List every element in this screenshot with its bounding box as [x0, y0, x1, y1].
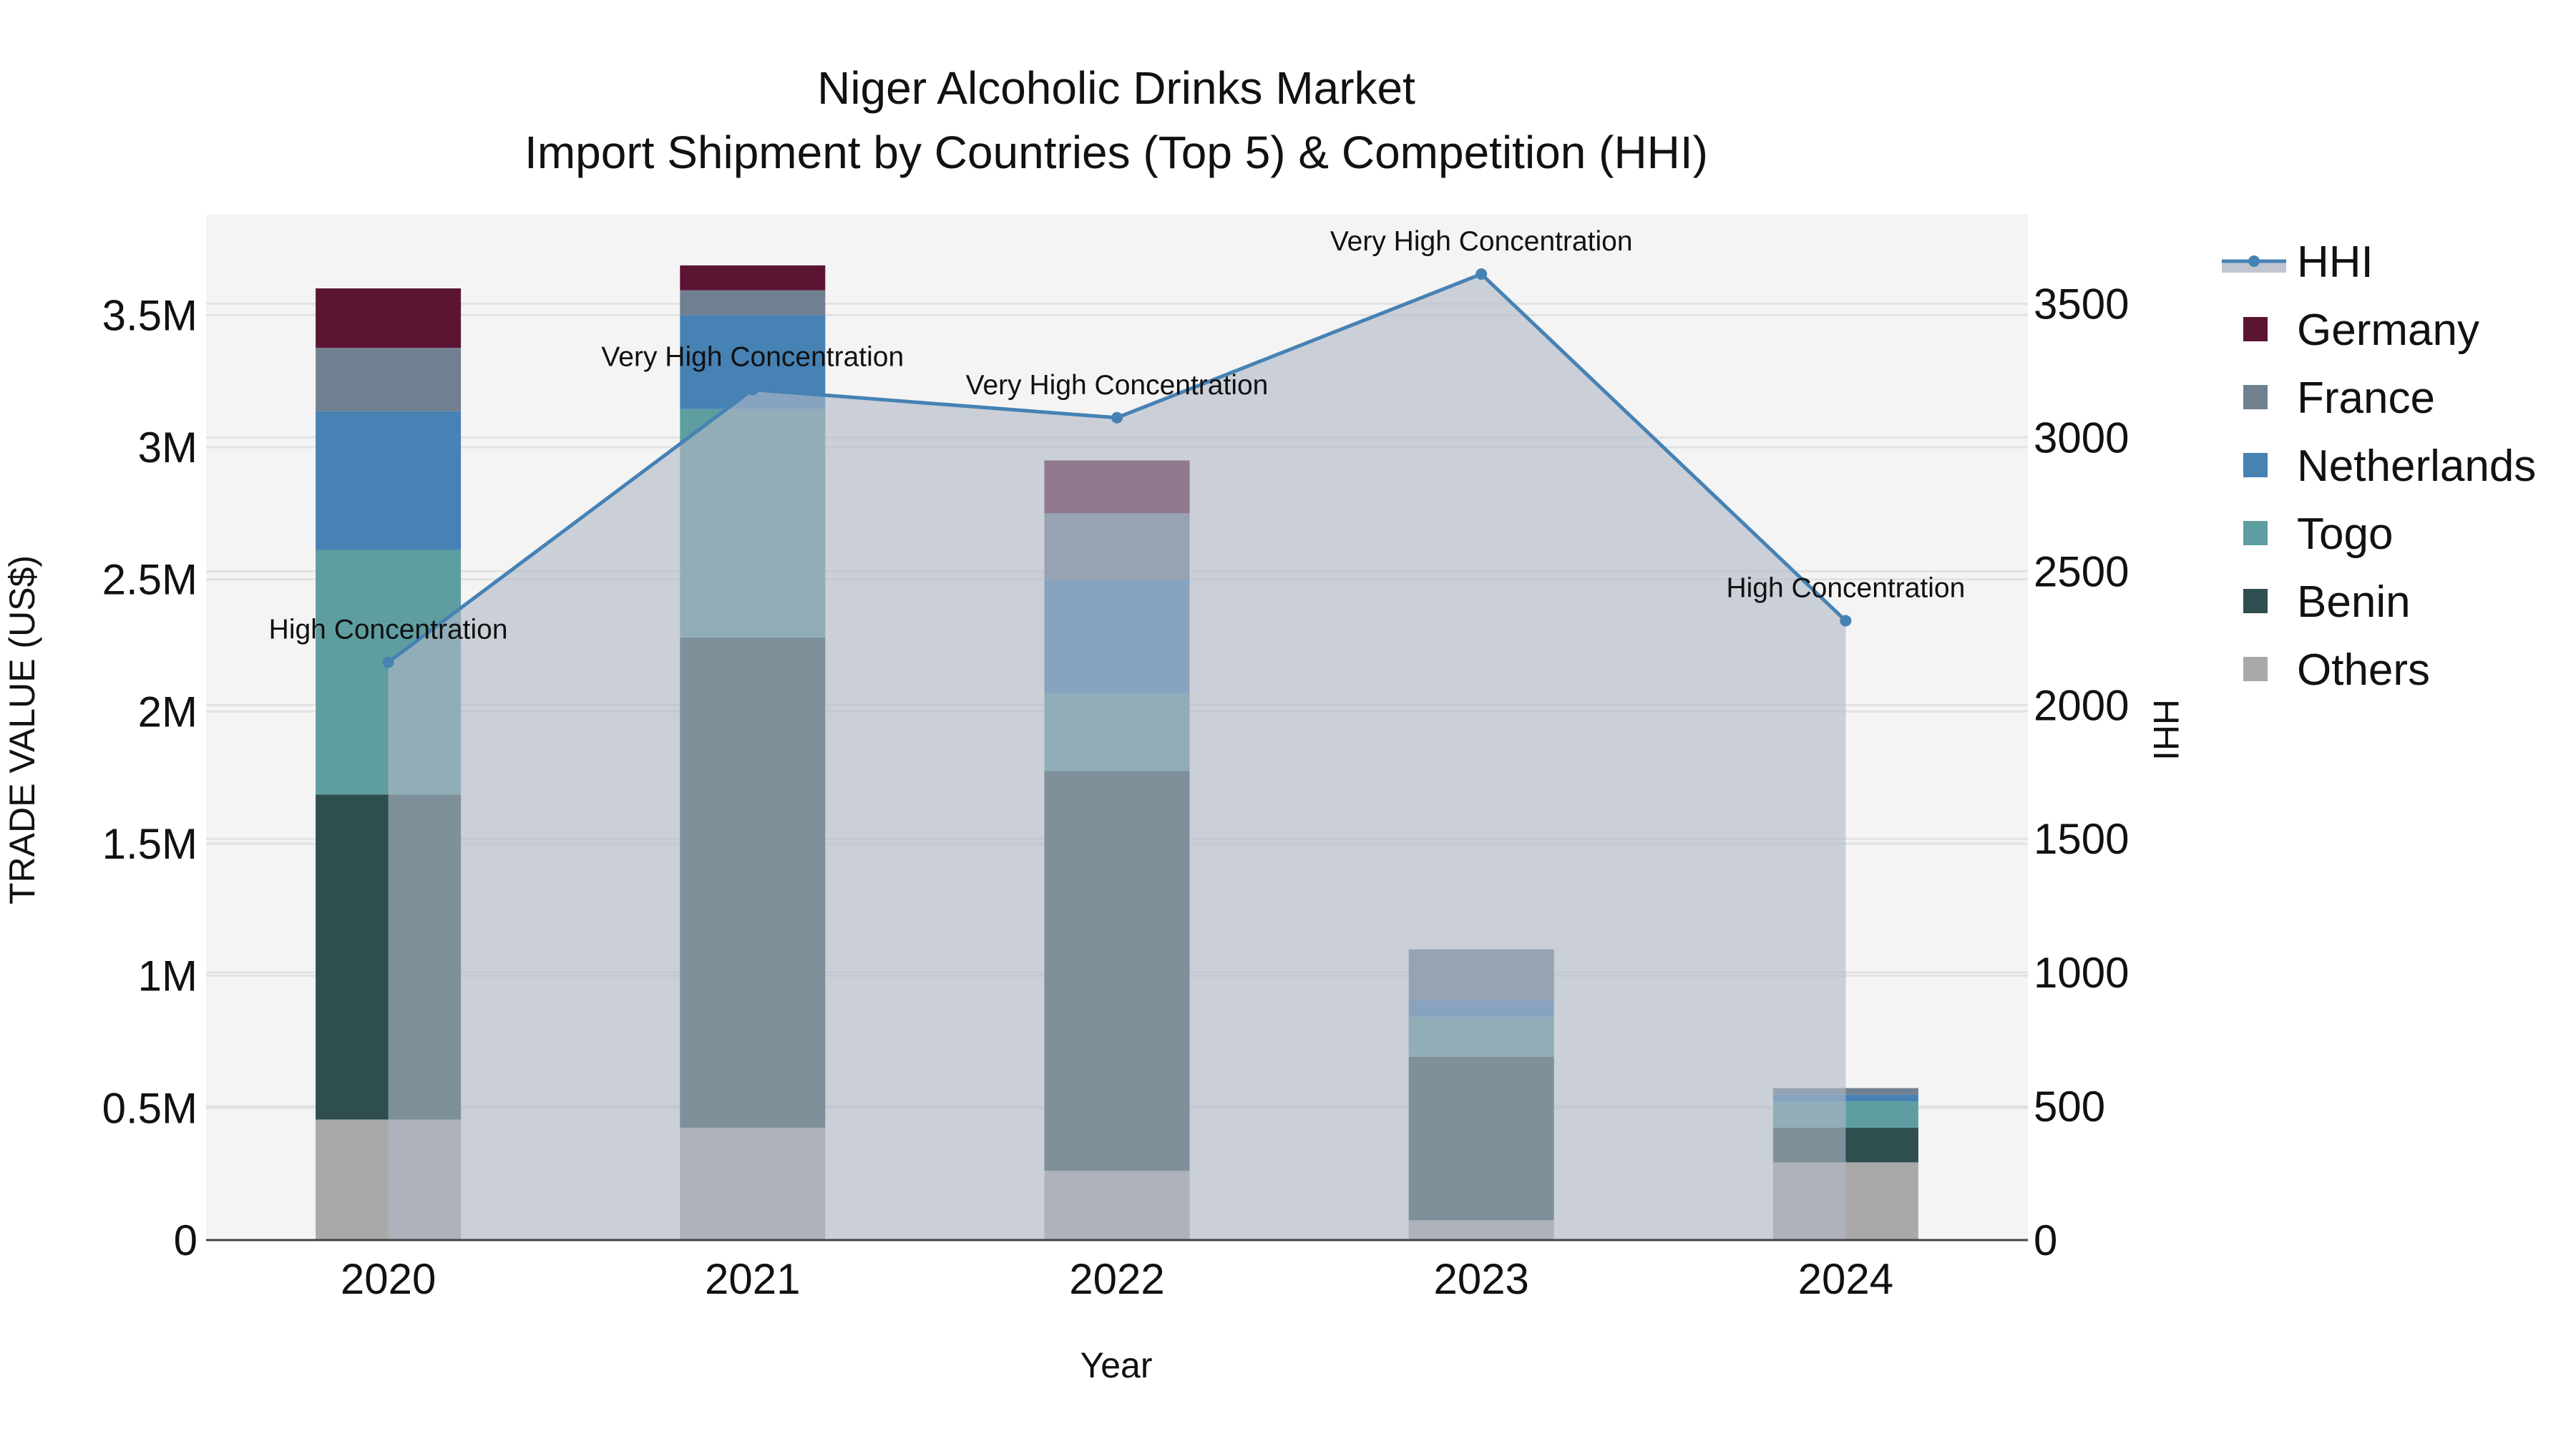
- legend-label: Benin: [2297, 577, 2411, 627]
- x-tick-label: 2024: [1798, 1255, 1893, 1303]
- hhi-annotation: High Concentration: [1726, 573, 1965, 604]
- legend-label: France: [2297, 374, 2435, 423]
- hhi-point-2021: [746, 384, 758, 396]
- legend-item-togo[interactable]: Togo: [2243, 509, 2393, 559]
- bar-france-2021: [680, 290, 826, 316]
- x-tick-label: 2022: [1069, 1255, 1164, 1303]
- chart-subtitle: Import Shipment by Countries (Top 5) & C…: [525, 127, 1708, 178]
- hhi-annotation: Very High Concentration: [601, 342, 904, 373]
- y-tick-label: 2.5M: [102, 556, 197, 604]
- y-tick-label: 3M: [138, 424, 197, 472]
- x-tick-label: 2023: [1433, 1255, 1528, 1303]
- bar-france-2020: [316, 348, 462, 411]
- y-tick-label: 1M: [138, 952, 197, 1000]
- chart-title: Niger Alcoholic Drinks Market: [817, 62, 1415, 114]
- legend-swatch: [2243, 385, 2268, 409]
- y-tick-label: 0.5M: [102, 1084, 197, 1132]
- y-tick-label: 1.5M: [102, 820, 197, 868]
- bar-germany-2021: [680, 265, 826, 291]
- legend-label: HHI: [2297, 238, 2373, 287]
- hhi-annotation: Very High Concentration: [1330, 226, 1633, 257]
- hhi-point-2020: [382, 656, 394, 668]
- y2-tick-label: 2000: [2034, 681, 2129, 729]
- legend-item-others[interactable]: Others: [2243, 645, 2430, 695]
- hhi-point-2024: [1840, 615, 1852, 627]
- y-axis-title: TRADE VALUE (US$): [2, 555, 42, 904]
- bar-netherlands-2020: [316, 411, 462, 550]
- x-tick-label: 2021: [705, 1255, 800, 1303]
- legend-swatch: [2243, 521, 2268, 545]
- legend-swatch: [2243, 317, 2268, 341]
- y2-tick-label: 1500: [2034, 815, 2129, 863]
- legend-swatch: [2243, 589, 2268, 613]
- y2-tick-label: 500: [2034, 1083, 2105, 1131]
- chart: High Concentration Very High Concentratio…: [2, 62, 2536, 1385]
- legend-hhi-marker: [2248, 255, 2260, 267]
- y-tick-label: 2M: [138, 688, 197, 736]
- legend-label: Others: [2297, 645, 2430, 695]
- legend-label: Netherlands: [2297, 441, 2536, 491]
- legend-swatch: [2243, 453, 2268, 477]
- y2-tick-label: 1000: [2034, 949, 2129, 997]
- y2-tick-label: 3000: [2034, 414, 2129, 462]
- legend-label: Germany: [2297, 306, 2479, 355]
- legend-item-benin[interactable]: Benin: [2243, 577, 2411, 627]
- legend-item-france[interactable]: France: [2243, 374, 2435, 423]
- y2-axis-ticks: 0 500 1000 1500 2000 2500 3000 3500: [2034, 280, 2129, 1264]
- y2-tick-label: 0: [2034, 1216, 2057, 1264]
- legend-item-hhi[interactable]: HHI: [2222, 238, 2373, 287]
- y-tick-label: 0: [174, 1216, 197, 1264]
- hhi-annotation: High Concentration: [269, 614, 508, 645]
- x-axis-ticks: 2020 2021 2022 2023 2024: [341, 1255, 1893, 1303]
- y2-tick-label: 2500: [2034, 547, 2129, 595]
- hhi-annotation: Very High Concentration: [966, 370, 1269, 401]
- legend: HHI Germany France Netherlands Togo Benin Othe…: [2222, 238, 2536, 695]
- y2-tick-label: 3500: [2034, 280, 2129, 328]
- legend-item-netherlands[interactable]: Netherlands: [2243, 441, 2536, 491]
- y-axis-ticks: 0 0.5M 1M 1.5M 2M 2.5M 3M 3.5M: [102, 291, 197, 1264]
- x-tick-label: 2020: [341, 1255, 436, 1303]
- hhi-point-2022: [1111, 411, 1123, 424]
- x-axis-title: Year: [1080, 1345, 1152, 1385]
- hhi-point-2023: [1475, 268, 1488, 280]
- y-tick-label: 3.5M: [102, 291, 197, 339]
- legend-label: Togo: [2297, 509, 2393, 559]
- legend-swatch: [2243, 657, 2268, 681]
- bar-germany-2020: [316, 288, 462, 348]
- y2-axis-title: HHI: [2146, 699, 2186, 761]
- legend-item-germany[interactable]: Germany: [2243, 306, 2479, 355]
